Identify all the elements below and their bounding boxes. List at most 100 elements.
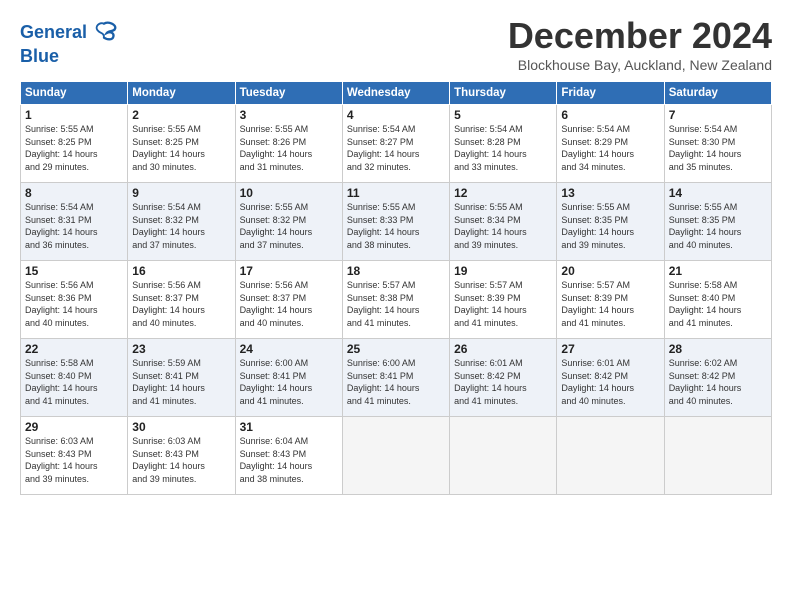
- day-info: Sunrise: 5:54 AMSunset: 8:29 PMDaylight:…: [561, 123, 659, 173]
- day-number: 29: [25, 420, 123, 434]
- day-info: Sunrise: 5:57 AMSunset: 8:39 PMDaylight:…: [561, 279, 659, 329]
- day-info: Sunrise: 5:58 AMSunset: 8:40 PMDaylight:…: [669, 279, 767, 329]
- calendar-day-cell: 23Sunrise: 5:59 AMSunset: 8:41 PMDayligh…: [128, 339, 235, 417]
- day-number: 14: [669, 186, 767, 200]
- calendar-week-row: 8Sunrise: 5:54 AMSunset: 8:31 PMDaylight…: [21, 183, 772, 261]
- calendar-day-cell: [342, 417, 449, 495]
- logo-line1: General: [20, 22, 87, 42]
- day-info: Sunrise: 5:55 AMSunset: 8:35 PMDaylight:…: [669, 201, 767, 251]
- day-info: Sunrise: 5:54 AMSunset: 8:28 PMDaylight:…: [454, 123, 552, 173]
- day-of-week-header: Friday: [557, 82, 664, 105]
- calendar-day-cell: 28Sunrise: 6:02 AMSunset: 8:42 PMDayligh…: [664, 339, 771, 417]
- day-info: Sunrise: 5:57 AMSunset: 8:39 PMDaylight:…: [454, 279, 552, 329]
- day-of-week-header: Wednesday: [342, 82, 449, 105]
- calendar-day-cell: 10Sunrise: 5:55 AMSunset: 8:32 PMDayligh…: [235, 183, 342, 261]
- day-info: Sunrise: 6:01 AMSunset: 8:42 PMDaylight:…: [454, 357, 552, 407]
- day-number: 15: [25, 264, 123, 278]
- day-info: Sunrise: 6:00 AMSunset: 8:41 PMDaylight:…: [347, 357, 445, 407]
- day-number: 26: [454, 342, 552, 356]
- day-info: Sunrise: 5:55 AMSunset: 8:25 PMDaylight:…: [25, 123, 123, 173]
- calendar-day-cell: 20Sunrise: 5:57 AMSunset: 8:39 PMDayligh…: [557, 261, 664, 339]
- calendar-day-cell: 16Sunrise: 5:56 AMSunset: 8:37 PMDayligh…: [128, 261, 235, 339]
- calendar-week-row: 1Sunrise: 5:55 AMSunset: 8:25 PMDaylight…: [21, 105, 772, 183]
- day-number: 9: [132, 186, 230, 200]
- day-of-week-row: SundayMondayTuesdayWednesdayThursdayFrid…: [21, 82, 772, 105]
- calendar-day-cell: 5Sunrise: 5:54 AMSunset: 8:28 PMDaylight…: [450, 105, 557, 183]
- day-info: Sunrise: 5:55 AMSunset: 8:25 PMDaylight:…: [132, 123, 230, 173]
- day-number: 24: [240, 342, 338, 356]
- day-info: Sunrise: 5:54 AMSunset: 8:31 PMDaylight:…: [25, 201, 123, 251]
- day-number: 17: [240, 264, 338, 278]
- page: General Blue December 2024 Blockhouse Ba…: [0, 0, 792, 612]
- day-number: 6: [561, 108, 659, 122]
- calendar-day-cell: 6Sunrise: 5:54 AMSunset: 8:29 PMDaylight…: [557, 105, 664, 183]
- day-number: 20: [561, 264, 659, 278]
- day-number: 30: [132, 420, 230, 434]
- day-info: Sunrise: 5:54 AMSunset: 8:32 PMDaylight:…: [132, 201, 230, 251]
- day-number: 21: [669, 264, 767, 278]
- header: General Blue December 2024 Blockhouse Ba…: [20, 15, 772, 73]
- day-number: 4: [347, 108, 445, 122]
- calendar-day-cell: 29Sunrise: 6:03 AMSunset: 8:43 PMDayligh…: [21, 417, 128, 495]
- day-info: Sunrise: 5:55 AMSunset: 8:35 PMDaylight:…: [561, 201, 659, 251]
- day-info: Sunrise: 5:55 AMSunset: 8:34 PMDaylight:…: [454, 201, 552, 251]
- calendar-table: SundayMondayTuesdayWednesdayThursdayFrid…: [20, 81, 772, 495]
- day-of-week-header: Monday: [128, 82, 235, 105]
- day-number: 3: [240, 108, 338, 122]
- calendar-day-cell: 4Sunrise: 5:54 AMSunset: 8:27 PMDaylight…: [342, 105, 449, 183]
- calendar-day-cell: 15Sunrise: 5:56 AMSunset: 8:36 PMDayligh…: [21, 261, 128, 339]
- day-number: 16: [132, 264, 230, 278]
- calendar-day-cell: 13Sunrise: 5:55 AMSunset: 8:35 PMDayligh…: [557, 183, 664, 261]
- calendar-day-cell: 21Sunrise: 5:58 AMSunset: 8:40 PMDayligh…: [664, 261, 771, 339]
- day-of-week-header: Sunday: [21, 82, 128, 105]
- day-number: 25: [347, 342, 445, 356]
- day-info: Sunrise: 5:56 AMSunset: 8:37 PMDaylight:…: [132, 279, 230, 329]
- calendar-day-cell: 26Sunrise: 6:01 AMSunset: 8:42 PMDayligh…: [450, 339, 557, 417]
- calendar-day-cell: 24Sunrise: 6:00 AMSunset: 8:41 PMDayligh…: [235, 339, 342, 417]
- day-number: 27: [561, 342, 659, 356]
- day-info: Sunrise: 5:55 AMSunset: 8:26 PMDaylight:…: [240, 123, 338, 173]
- day-number: 2: [132, 108, 230, 122]
- calendar-week-row: 22Sunrise: 5:58 AMSunset: 8:40 PMDayligh…: [21, 339, 772, 417]
- day-of-week-header: Thursday: [450, 82, 557, 105]
- day-info: Sunrise: 6:01 AMSunset: 8:42 PMDaylight:…: [561, 357, 659, 407]
- day-number: 31: [240, 420, 338, 434]
- day-info: Sunrise: 6:04 AMSunset: 8:43 PMDaylight:…: [240, 435, 338, 485]
- location: Blockhouse Bay, Auckland, New Zealand: [508, 57, 772, 73]
- day-number: 13: [561, 186, 659, 200]
- day-info: Sunrise: 6:02 AMSunset: 8:42 PMDaylight:…: [669, 357, 767, 407]
- calendar-body: 1Sunrise: 5:55 AMSunset: 8:25 PMDaylight…: [21, 105, 772, 495]
- calendar-day-cell: 2Sunrise: 5:55 AMSunset: 8:25 PMDaylight…: [128, 105, 235, 183]
- logo: General Blue: [20, 19, 118, 67]
- calendar-day-cell: 8Sunrise: 5:54 AMSunset: 8:31 PMDaylight…: [21, 183, 128, 261]
- day-info: Sunrise: 5:58 AMSunset: 8:40 PMDaylight:…: [25, 357, 123, 407]
- day-info: Sunrise: 6:00 AMSunset: 8:41 PMDaylight:…: [240, 357, 338, 407]
- day-of-week-header: Saturday: [664, 82, 771, 105]
- calendar-day-cell: 17Sunrise: 5:56 AMSunset: 8:37 PMDayligh…: [235, 261, 342, 339]
- calendar-day-cell: 14Sunrise: 5:55 AMSunset: 8:35 PMDayligh…: [664, 183, 771, 261]
- logo-line2: Blue: [20, 47, 118, 67]
- day-info: Sunrise: 5:54 AMSunset: 8:27 PMDaylight:…: [347, 123, 445, 173]
- day-info: Sunrise: 5:57 AMSunset: 8:38 PMDaylight:…: [347, 279, 445, 329]
- calendar-day-cell: 1Sunrise: 5:55 AMSunset: 8:25 PMDaylight…: [21, 105, 128, 183]
- calendar-day-cell: 11Sunrise: 5:55 AMSunset: 8:33 PMDayligh…: [342, 183, 449, 261]
- calendar-day-cell: 19Sunrise: 5:57 AMSunset: 8:39 PMDayligh…: [450, 261, 557, 339]
- day-info: Sunrise: 5:55 AMSunset: 8:33 PMDaylight:…: [347, 201, 445, 251]
- logo-bird-icon: [90, 19, 118, 47]
- month-title: December 2024: [508, 15, 772, 57]
- day-number: 1: [25, 108, 123, 122]
- calendar-day-cell: 7Sunrise: 5:54 AMSunset: 8:30 PMDaylight…: [664, 105, 771, 183]
- day-number: 19: [454, 264, 552, 278]
- day-info: Sunrise: 5:59 AMSunset: 8:41 PMDaylight:…: [132, 357, 230, 407]
- day-number: 23: [132, 342, 230, 356]
- title-block: December 2024 Blockhouse Bay, Auckland, …: [508, 15, 772, 73]
- day-info: Sunrise: 6:03 AMSunset: 8:43 PMDaylight:…: [132, 435, 230, 485]
- day-number: 11: [347, 186, 445, 200]
- day-info: Sunrise: 5:56 AMSunset: 8:37 PMDaylight:…: [240, 279, 338, 329]
- calendar-day-cell: 27Sunrise: 6:01 AMSunset: 8:42 PMDayligh…: [557, 339, 664, 417]
- calendar-day-cell: [557, 417, 664, 495]
- calendar-day-cell: 9Sunrise: 5:54 AMSunset: 8:32 PMDaylight…: [128, 183, 235, 261]
- day-info: Sunrise: 5:55 AMSunset: 8:32 PMDaylight:…: [240, 201, 338, 251]
- day-info: Sunrise: 5:56 AMSunset: 8:36 PMDaylight:…: [25, 279, 123, 329]
- day-number: 12: [454, 186, 552, 200]
